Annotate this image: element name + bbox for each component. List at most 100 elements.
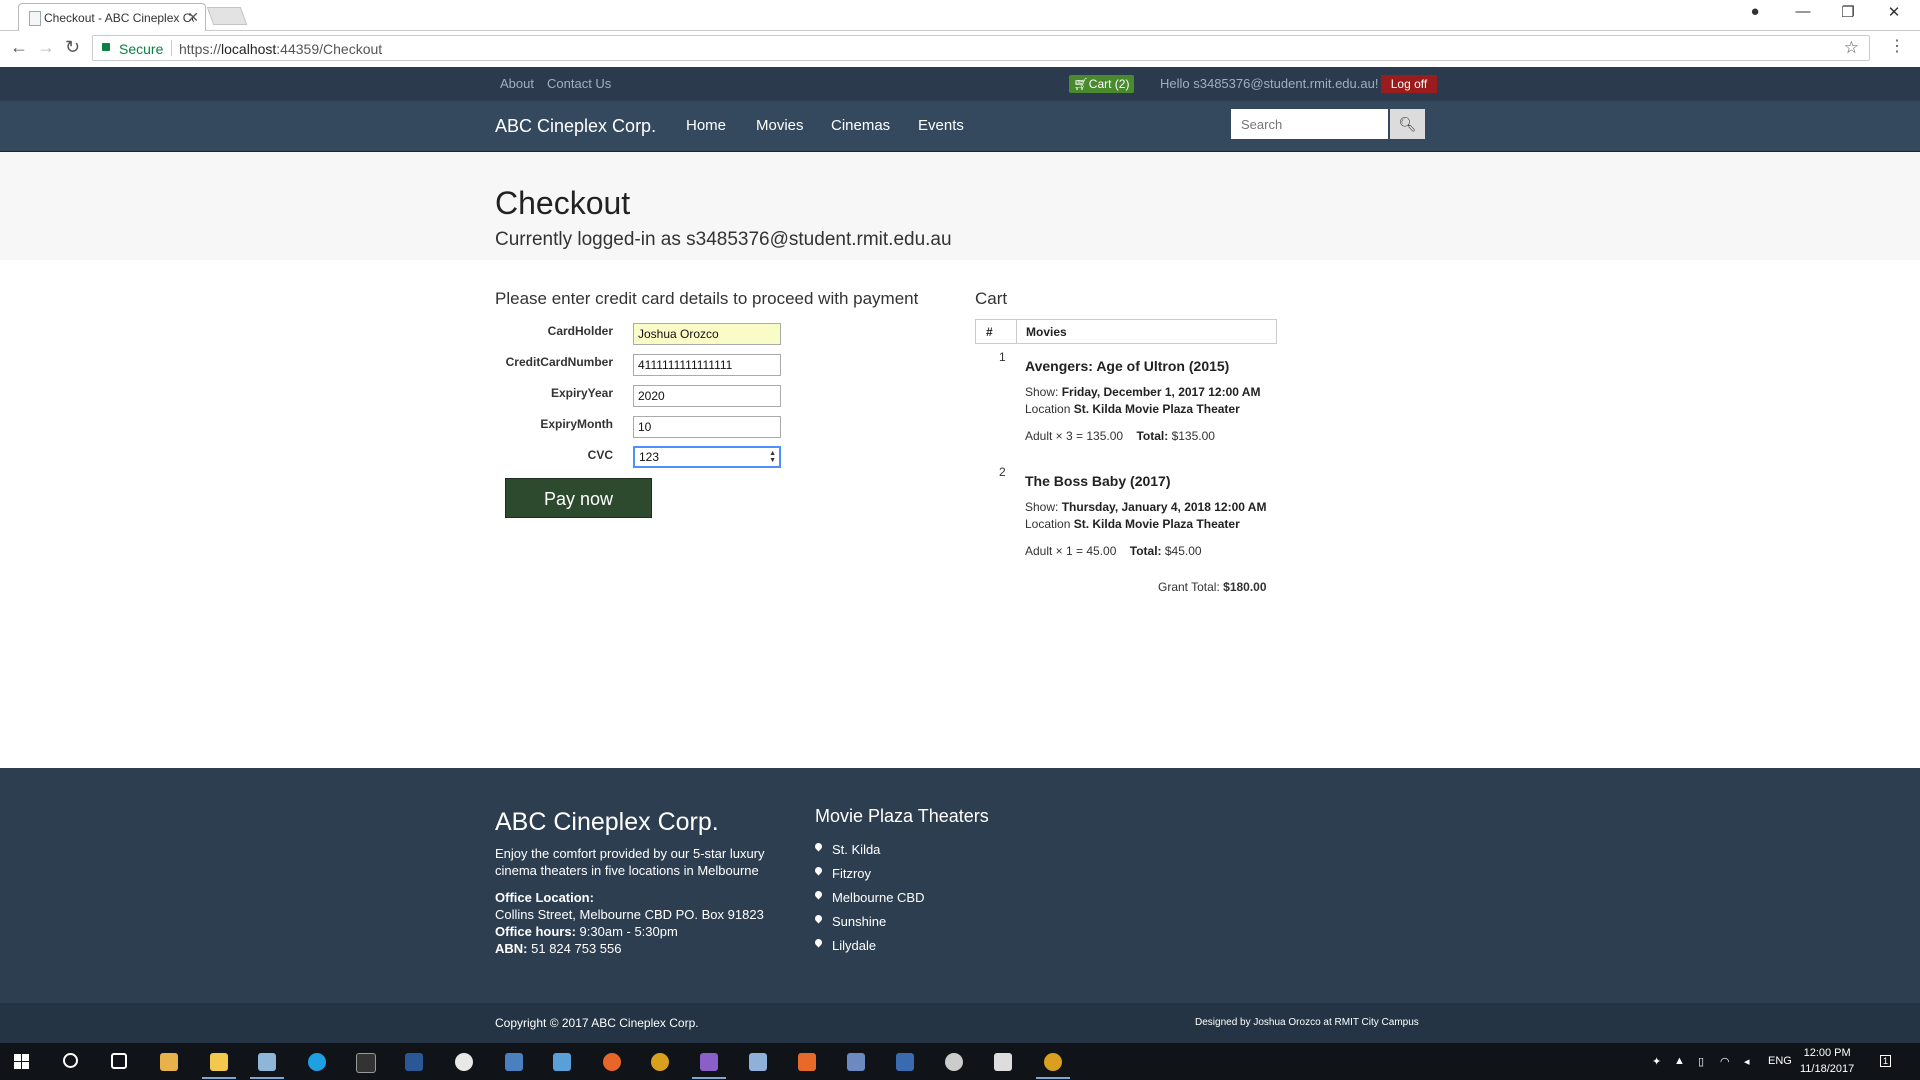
logged-in-text: Currently logged-in as s3485376@student.…: [495, 229, 952, 250]
sourcetree-icon[interactable]: [160, 1053, 178, 1071]
windows-taskbar: ✦ ▲ ▯ ◠ ◂ ENG 12:00 PM 11/18/2017 1: [0, 1043, 1920, 1080]
cart-table-header: # Movies: [975, 319, 1277, 344]
browser-tab-strip: Checkout - ABC Cineplex Corp. ✕ ● — ❐ ✕: [0, 0, 1920, 31]
close-icon[interactable]: ✕: [187, 9, 199, 26]
cvc-value: 123: [639, 450, 660, 464]
language-indicator[interactable]: ENG: [1768, 1055, 1792, 1067]
card-number-field[interactable]: 4111111111111111: [633, 354, 781, 376]
tray-app-icon[interactable]: ✦: [1652, 1055, 1661, 1068]
cart-item-number: 1: [999, 350, 1006, 364]
log-off-button[interactable]: Log off: [1381, 75, 1437, 93]
chrome-icon[interactable]: [1044, 1053, 1062, 1071]
tab-title: Checkout - ABC Cineplex Corp.: [44, 11, 194, 25]
user-greeting[interactable]: Hello s3485376@student.rmit.edu.au!: [1160, 76, 1378, 91]
page-icon: [29, 11, 41, 26]
chrome-icon[interactable]: [651, 1053, 669, 1071]
forward-icon[interactable]: →: [37, 37, 55, 58]
xamarin-icon[interactable]: [798, 1053, 816, 1071]
grand-total: Grant Total: $180.00: [1158, 580, 1267, 594]
app-icon[interactable]: [749, 1053, 767, 1071]
cvc-field[interactable]: 123 ▲ ▼: [633, 446, 781, 468]
expiry-month-label: ExpiryMonth: [540, 417, 613, 431]
restore-icon[interactable]: ❐: [1838, 3, 1858, 21]
search-button[interactable]: 🔍︎: [1390, 109, 1425, 139]
browser-tab[interactable]: Checkout - ABC Cineplex Corp. ✕: [18, 3, 206, 31]
expiry-year-field[interactable]: 2020: [633, 385, 781, 407]
cardholder-field[interactable]: Joshua Orozco: [633, 323, 781, 345]
profile-icon[interactable]: ●: [1745, 3, 1765, 20]
page-title: Checkout: [495, 185, 631, 221]
address-bar[interactable]: Secure https://localhost:44359/Checkout …: [92, 35, 1870, 61]
cart-item-location: Location St. Kilda Movie Plaza Theater: [1025, 517, 1240, 531]
copyright: Copyright © 2017 ABC Cineplex Corp.: [495, 1016, 699, 1030]
app-icon[interactable]: [603, 1053, 621, 1071]
word-icon[interactable]: [405, 1053, 423, 1071]
app-icon[interactable]: [553, 1053, 571, 1071]
browser-toolbar: ← → ↻ Secure https://localhost:44359/Che…: [0, 31, 1920, 68]
contact-link[interactable]: Contact Us: [547, 76, 611, 91]
cart-item-location: Location St. Kilda Movie Plaza Theater: [1025, 402, 1240, 416]
col-movies: Movies: [1026, 325, 1067, 339]
notification-icon[interactable]: 1: [1880, 1055, 1892, 1067]
brand-link[interactable]: ABC Cineplex Corp.: [495, 116, 656, 137]
theater-link[interactable]: Sunshine: [813, 913, 886, 929]
spinner-arrows-icon[interactable]: ▲ ▼: [769, 450, 776, 464]
task-view-icon[interactable]: [111, 1053, 127, 1069]
cart-item-price: Adult × 1 = 45.00 Total: $45.00: [1025, 544, 1202, 558]
theater-link[interactable]: Fitzroy: [813, 865, 871, 881]
battery-icon[interactable]: ▯: [1698, 1055, 1704, 1068]
back-icon[interactable]: ←: [10, 37, 28, 58]
clock[interactable]: 12:00 PM 11/18/2017: [1800, 1045, 1854, 1077]
page-header: Checkout Currently logged-in as s3485376…: [0, 152, 1920, 260]
footer: ABC Cineplex Corp. Enjoy the comfort pro…: [0, 768, 1920, 1003]
theater-link[interactable]: Melbourne CBD: [813, 889, 925, 905]
minimize-icon[interactable]: —: [1793, 3, 1813, 20]
search-icon[interactable]: [63, 1053, 78, 1068]
tray-app-icon[interactable]: ▲: [1674, 1055, 1685, 1067]
cvc-label: CVC: [587, 448, 613, 462]
abn: ABN: 51 824 753 556: [495, 941, 622, 956]
database-icon[interactable]: [994, 1053, 1012, 1071]
app-icon[interactable]: [945, 1053, 963, 1071]
bookmark-star-icon[interactable]: ☆: [1844, 38, 1859, 58]
window-close-icon[interactable]: ✕: [1884, 3, 1904, 21]
itunes-icon[interactable]: [455, 1053, 473, 1071]
pay-now-button[interactable]: Pay now: [505, 478, 652, 518]
cart-button[interactable]: 🛒︎Cart (2): [1069, 75, 1134, 93]
app-icon[interactable]: [505, 1053, 523, 1071]
office-location-label: Office Location:: [495, 890, 594, 905]
expiry-month-field[interactable]: 10: [633, 416, 781, 438]
theater-link[interactable]: Lilydale: [813, 937, 876, 953]
visual-studio-icon[interactable]: [700, 1053, 718, 1071]
terminal-icon[interactable]: [356, 1053, 376, 1073]
footer-tagline: Enjoy the comfort provided by our 5-star…: [495, 846, 765, 861]
map-pin-icon: [813, 841, 824, 852]
wifi-icon[interactable]: ◠: [1720, 1055, 1730, 1068]
paint-icon[interactable]: [258, 1053, 276, 1071]
nav-home[interactable]: Home: [686, 117, 726, 134]
app-icon[interactable]: [896, 1053, 914, 1071]
search-input[interactable]: [1231, 109, 1388, 139]
site-top-bar: About Contact Us 🛒︎Cart (2) Hello s34853…: [0, 67, 1920, 101]
search-icon: 🔍︎: [1398, 116, 1417, 132]
reload-icon[interactable]: ↻: [65, 37, 80, 58]
windows-start-icon[interactable]: [14, 1054, 29, 1069]
skype-icon[interactable]: [308, 1053, 326, 1071]
new-tab-button[interactable]: [206, 7, 248, 25]
volume-icon[interactable]: ◂: [1744, 1055, 1750, 1068]
app-icon[interactable]: [847, 1053, 865, 1071]
expiry-year-label: ExpiryYear: [550, 386, 613, 400]
file-explorer-icon[interactable]: [210, 1053, 228, 1071]
browser-menu-icon[interactable]: ⋮: [1889, 36, 1905, 56]
nav-movies[interactable]: Movies: [756, 117, 804, 134]
theater-link[interactable]: St. Kilda: [813, 841, 880, 857]
office-address: Collins Street, Melbourne CBD PO. Box 91…: [495, 907, 764, 922]
nav-cinemas[interactable]: Cinemas: [831, 117, 890, 134]
cart-item-title: Avengers: Age of Ultron (2015): [1025, 358, 1230, 374]
map-pin-icon: [813, 889, 824, 900]
nav-events[interactable]: Events: [918, 117, 964, 134]
cart-icon: 🛒︎: [1073, 77, 1089, 91]
about-link[interactable]: About: [500, 76, 534, 91]
cart-item-number: 2: [999, 465, 1006, 479]
map-pin-icon: [813, 913, 824, 924]
